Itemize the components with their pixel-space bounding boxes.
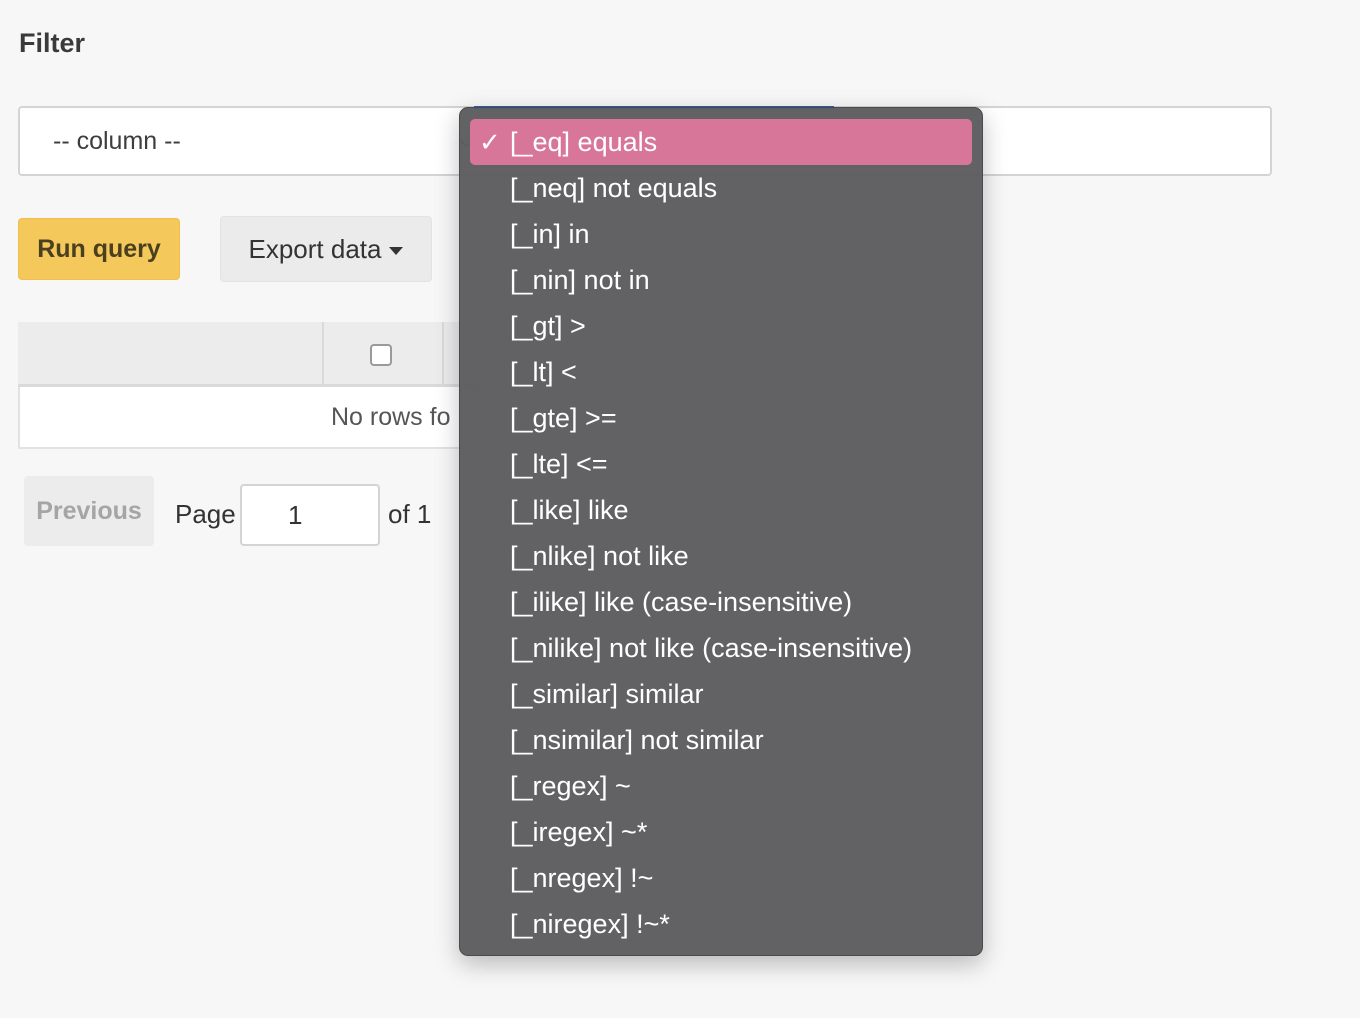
operator-option[interactable]: [_iregex] ~* (470, 809, 972, 855)
operator-option[interactable]: [_neq] not equals (470, 165, 972, 211)
export-data-button[interactable]: Export data (220, 216, 432, 282)
operator-option-label: [_nregex] !~ (510, 863, 654, 893)
caret-down-icon (389, 247, 404, 255)
filter-title: Filter (19, 28, 86, 58)
checkmark-icon: ✓ (479, 127, 501, 157)
operator-option[interactable]: [_nin] not in (470, 257, 972, 303)
column-select-value: -- column -- (53, 126, 181, 155)
operator-option-label: [_nlike] not like (510, 541, 689, 571)
page-number-input[interactable]: 1 (240, 484, 380, 546)
export-data-label: Export data (248, 233, 382, 264)
operator-option-label: [_niregex] !~* (510, 909, 670, 939)
table-header (18, 322, 478, 387)
operator-option-label: [_gt] > (510, 311, 586, 341)
operator-option-label: [_nilike] not like (case-insensitive) (510, 633, 913, 663)
operator-option-label: [_iregex] ~* (510, 817, 648, 847)
page-label: Page (175, 499, 236, 529)
operator-option[interactable]: [_similar] similar (470, 671, 972, 717)
operator-option[interactable]: [_gt] > (470, 303, 972, 349)
column-select[interactable]: -- column -- ⌵ (20, 108, 474, 174)
operator-option[interactable]: [_nlike] not like (470, 533, 972, 579)
operator-option[interactable]: [_ilike] like (case-insensitive) (470, 579, 972, 625)
operator-option[interactable]: [_like] like (470, 487, 972, 533)
column-divider (442, 322, 444, 384)
operator-option-label: [_in] in (510, 219, 590, 249)
operator-option[interactable]: [_nilike] not like (case-insensitive) (470, 625, 972, 671)
operator-option[interactable]: [_lt] < (470, 349, 972, 395)
column-divider (322, 322, 324, 384)
operator-option-label: [_lte] <= (510, 449, 608, 479)
operator-option-label: [_nin] not in (510, 265, 650, 295)
operator-option-label: [_gte] >= (510, 403, 617, 433)
operator-option-label: [_ilike] like (case-insensitive) (510, 587, 853, 617)
operator-option[interactable]: [_lte] <= (470, 441, 972, 487)
operator-option[interactable]: [_niregex] !~* (470, 901, 972, 947)
empty-table-message: No rows fo (331, 403, 451, 431)
operator-option[interactable]: [_nregex] !~ (470, 855, 972, 901)
operator-option[interactable]: [_gte] >= (470, 395, 972, 441)
operator-option[interactable]: [_nsimilar] not similar (470, 717, 972, 763)
operator-option-label: [_neq] not equals (510, 173, 718, 203)
previous-button[interactable]: Previous (24, 476, 154, 546)
run-query-button[interactable]: Run query (18, 218, 180, 280)
operator-option-label: [_similar] similar (510, 679, 704, 709)
operator-option[interactable]: [_regex] ~ (470, 763, 972, 809)
page-count-label: of 1 (388, 499, 432, 529)
operator-option-label: [_eq] equals (510, 127, 658, 157)
operator-option[interactable]: ✓ [_eq] equals (470, 119, 972, 165)
operator-option[interactable]: [_in] in (470, 211, 972, 257)
operator-option-label: [_regex] ~ (510, 771, 631, 801)
table-body: No rows fo (18, 387, 478, 449)
operator-option-label: [_like] like (510, 495, 629, 525)
operator-option-label: [_nsimilar] not similar (510, 725, 764, 755)
operator-dropdown-menu: ✓ [_eq] equals [_neq] not equals [_in] in [_… (459, 107, 983, 956)
select-all-checkbox[interactable] (370, 344, 392, 366)
operator-option-label: [_lt] < (510, 357, 577, 387)
